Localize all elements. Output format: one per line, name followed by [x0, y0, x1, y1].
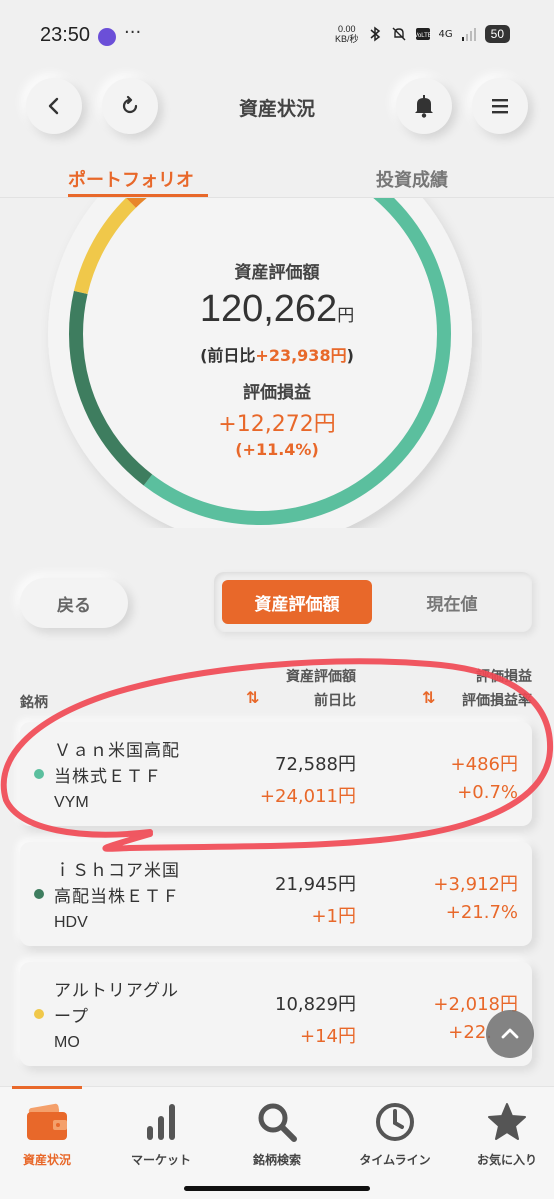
value-toggle: 資産評価額 現在値	[214, 572, 532, 632]
network-speed: 0.00 KB/秒	[335, 24, 359, 44]
menu-button[interactable]	[472, 78, 528, 134]
profit-loss-value: +12,272円	[218, 412, 336, 437]
day-change: (前日比+23,938円)	[200, 346, 354, 365]
wallet-icon	[27, 1103, 67, 1140]
menu-icon	[492, 99, 508, 114]
bluetooth-icon	[370, 26, 380, 42]
status-bar: 23:50 ··· 0.00 KB/秒 VoLTE 4G 50	[0, 0, 554, 72]
tab-active-indicator	[68, 194, 208, 197]
header-profit-loss-rate[interactable]: 評価損益率	[420, 690, 532, 710]
holding-name: Ｖａｎ米国高配 当株式ＥＴＦ	[54, 741, 180, 787]
holding-profit-loss: +3,912円	[433, 874, 518, 895]
nav-timeline[interactable]: タイムライン	[340, 1099, 450, 1168]
nav-market[interactable]: マーケット	[106, 1099, 216, 1168]
network-type: 4G	[438, 28, 453, 40]
notifications-button[interactable]	[396, 78, 452, 134]
holding-ticker: MO	[54, 1034, 80, 1051]
total-value: 120,262円	[199, 288, 355, 330]
header-day-change[interactable]: 前日比	[272, 690, 356, 710]
tab-bar: ポートフォリオ 投資成績	[0, 160, 554, 198]
holding-day-change: +14円	[300, 1026, 356, 1047]
holding-row[interactable]: アルトリアグル ープ MO 10,829円 +14円 +2,018円 +22.	[20, 962, 532, 1066]
mute-icon	[392, 27, 406, 41]
page-title: 資産状況	[238, 98, 315, 120]
holding-profit-loss-rate: +0.7%	[457, 782, 518, 803]
holding-color-dot	[34, 1009, 44, 1019]
nav-assets[interactable]: 資産状況	[0, 1099, 102, 1168]
nav-active-indicator	[12, 1086, 82, 1089]
nav-favorites[interactable]: お気に入り	[452, 1099, 554, 1168]
return-button[interactable]: 戻る	[20, 578, 128, 628]
app-notification-icon	[98, 28, 116, 46]
holding-ticker: HDV	[54, 914, 88, 931]
status-time: 23:50	[40, 24, 91, 46]
holding-color-dot	[34, 769, 44, 779]
toggle-asset-value[interactable]: 資産評価額	[222, 580, 372, 624]
holding-ticker: VYM	[54, 794, 89, 811]
holding-name: ｉＳｈコア米国 高配当株ＥＴＦ	[54, 861, 180, 907]
profit-loss-percent: (+11.4%)	[235, 440, 319, 459]
svg-text:VoLTE: VoLTE	[415, 33, 431, 39]
holding-row[interactable]: Ｖａｎ米国高配 当株式ＥＴＦ VYM 72,588円 +24,011円 +486円…	[20, 722, 532, 826]
toggle-current-price[interactable]: 現在値	[380, 580, 524, 624]
total-value-label: 資産評価額	[234, 263, 320, 283]
holding-value: 21,945円	[275, 874, 356, 895]
holding-value: 72,588円	[275, 754, 356, 775]
chevron-up-icon	[501, 1028, 519, 1039]
holding-profit-loss: +486円	[450, 754, 518, 775]
sort-icon[interactable]: ⇅	[246, 688, 259, 707]
battery-icon: 50	[484, 25, 510, 43]
home-indicator	[184, 1186, 370, 1191]
more-notifications-icon: ···	[124, 22, 142, 43]
tab-portfolio[interactable]: ポートフォリオ	[68, 166, 194, 192]
bottom-navigation: 資産状況 マーケット 銘柄検索 タイムライン お気に入り	[0, 1086, 554, 1199]
signal-icon	[461, 28, 476, 41]
header-asset-value[interactable]: 資産評価額	[272, 666, 356, 686]
holding-day-change: +1円	[311, 906, 356, 927]
holding-row[interactable]: ｉＳｈコア米国 高配当株ＥＴＦ HDV 21,945円 +1円 +3,912円 +…	[20, 842, 532, 946]
star-icon	[488, 1103, 526, 1140]
clock-icon	[376, 1103, 414, 1141]
holding-color-dot	[34, 889, 44, 899]
profit-loss-label: 評価損益	[243, 383, 311, 403]
sort-icon[interactable]: ⇅	[422, 688, 435, 707]
volte-icon: VoLTE	[415, 28, 431, 40]
holding-value: 10,829円	[275, 994, 356, 1015]
holding-profit-loss-rate: +21.7%	[445, 902, 518, 923]
holding-day-change: +24,011円	[259, 786, 356, 807]
tab-performance[interactable]: 投資成績	[376, 166, 448, 192]
bar-chart-icon	[147, 1104, 175, 1140]
nav-search[interactable]: 銘柄検索	[222, 1099, 332, 1168]
search-icon	[258, 1103, 297, 1142]
holding-name: アルトリアグル ープ	[54, 981, 179, 1027]
scroll-to-top-button[interactable]	[486, 1010, 534, 1058]
header-name: 銘柄	[20, 695, 48, 711]
status-icons: 0.00 KB/秒 VoLTE 4G 50	[335, 24, 510, 44]
bell-icon	[415, 95, 433, 118]
header-profit-loss[interactable]: 評価損益	[420, 666, 532, 686]
